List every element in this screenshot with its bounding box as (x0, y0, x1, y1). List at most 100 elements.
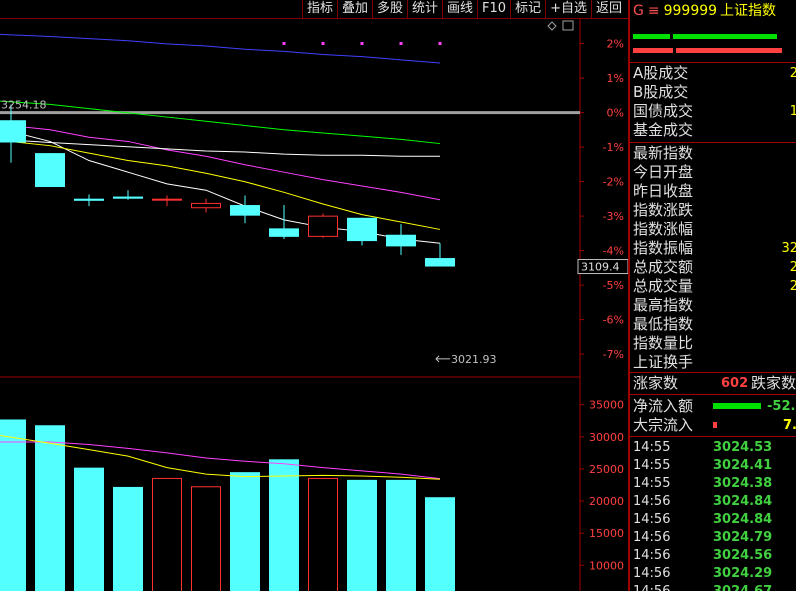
add-watchlist-button[interactable]: +自选 (545, 0, 591, 19)
index-row: 最高指数 (633, 296, 796, 315)
candle-body (152, 198, 182, 201)
volume-bar (425, 497, 455, 591)
candle (152, 195, 182, 207)
tick-row: 14:56 3024.56 (633, 547, 796, 565)
reference-line (0, 111, 580, 115)
pct-axis-label: -3% (603, 210, 624, 223)
candle-body (191, 202, 221, 209)
up-count-value: 602 (721, 376, 749, 391)
tick-price: 3024.79 (713, 530, 773, 545)
net-inflow-bar (713, 403, 761, 409)
tick-price: 3024.29 (713, 566, 773, 581)
divider (630, 394, 796, 395)
candle (113, 190, 143, 200)
menu-icon[interactable]: ≡ (648, 3, 660, 19)
volume-bar (0, 419, 26, 591)
quote-panel: G≡999999上证指数 A股成交 2 B股成交国债成交 1 基金成交 最新指数今日开盘… (628, 0, 796, 591)
quote-header: G ≡ 999999 上证指数 (630, 0, 796, 22)
sell-strength-bar-2 (676, 48, 782, 53)
candle-body (347, 217, 377, 242)
vol-axis-label: 25000 (589, 463, 624, 476)
moving-average-lines (0, 33, 441, 244)
trade-row-value: 1 (790, 102, 796, 121)
overlay-button[interactable]: 叠加 (336, 0, 372, 19)
candle (386, 224, 416, 255)
index-row: 指数量比 (633, 334, 796, 353)
index-row: 最低指数 (633, 315, 796, 334)
toolbar-buttons: 指标 叠加 多股 统计 画线 F10 标记 +自选 返回 (301, 0, 626, 19)
volume-bars (0, 419, 455, 591)
vol-axis-label: 35000 (589, 399, 624, 412)
diamond-icon (547, 21, 557, 31)
trade-row-value: 2 (790, 64, 796, 83)
pct-axis-label: 0% (607, 107, 624, 120)
index-row-value: 32 (781, 241, 796, 256)
volume-ma-line-2 (0, 435, 441, 480)
tick-time: 14:55 (633, 476, 671, 491)
tick-time: 14:56 (633, 530, 671, 545)
index-row: 今日开盘 (633, 163, 796, 182)
f10-button[interactable]: F10 (477, 0, 510, 19)
candle (347, 217, 377, 246)
volume-bar (230, 472, 260, 591)
ma-line-4 (0, 100, 441, 145)
volume-bar (269, 459, 299, 591)
tick-price: 3024.53 (713, 440, 773, 455)
trade-row-label: 国债成交 (633, 102, 694, 120)
mark-button[interactable]: 标记 (510, 0, 545, 19)
index-code: 999999 (663, 3, 718, 19)
trade-row: 国债成交 1 (633, 102, 796, 121)
volume-ma-line-1 (0, 441, 441, 480)
volume-bar (386, 479, 416, 591)
tick-row: 14:55 3024.41 (633, 457, 796, 475)
candle-body (425, 258, 455, 267)
index-row-label: 总成交额 (633, 258, 694, 276)
index-row-label: 指数量比 (633, 334, 694, 352)
price-annotations: 3254.18 3021.93 3109.4 (1, 20, 628, 366)
divider (630, 142, 796, 143)
tick-price: 3024.67 (713, 583, 772, 591)
index-row-label: 今日开盘 (633, 163, 694, 181)
index-row: 昨日收盘 (633, 182, 796, 201)
net-inflow-value: -52.3 (767, 399, 796, 414)
trade-row-label: 基金成交 (633, 121, 694, 139)
signal-marker (399, 42, 403, 45)
tick-time: 14:56 (633, 584, 670, 591)
ma-line-3 (0, 123, 441, 201)
statistics-button[interactable]: 统计 (407, 0, 442, 19)
kline-chart[interactable]: 5%4%3%2%1%0%-1%-2%-3%-4%-5%-6%-7%3500030… (0, 19, 628, 591)
back-button[interactable]: 返回 (590, 0, 626, 19)
current-price-text: 3109.4 (581, 261, 620, 274)
draw-line-button[interactable]: 画线 (442, 0, 477, 19)
tick-time: 14:55 (633, 440, 671, 455)
candle (308, 213, 338, 238)
volume-bar (35, 425, 65, 591)
tick-row: 14:56 3024.29 (633, 565, 796, 583)
tick-row: 14:56 3024.79 (633, 529, 796, 547)
pct-axis-label: -2% (603, 176, 624, 189)
volume-ma-lines (0, 435, 441, 480)
signal-marker (360, 42, 364, 45)
multi-stock-button[interactable]: 多股 (371, 0, 407, 19)
up-count-label: 涨家数 (633, 374, 679, 392)
volume-bar (113, 486, 143, 591)
axis-labels: 5%4%3%2%1%0%-1%-2%-3%-4%-5%-6%-7%3500030… (589, 38, 624, 573)
volume-bar (191, 486, 221, 591)
candle (35, 153, 65, 188)
chart-toolbar: 指标 叠加 多股 统计 画线 F10 标记 +自选 返回 (0, 0, 628, 19)
tick-price: 3024.84 (713, 512, 773, 527)
buy-strength-bar-2 (673, 34, 777, 39)
candle (74, 194, 104, 207)
index-row-label: 昨日收盘 (633, 182, 694, 200)
buy-strength-bar (633, 34, 670, 39)
signal-marker (438, 42, 442, 45)
block-inflow-row: 大宗流入 7.0 (633, 416, 796, 435)
tick-time: 14:56 (633, 548, 671, 563)
index-row-label: 最新指数 (633, 144, 694, 162)
indicator-button[interactable]: 指标 (301, 0, 337, 19)
index-row-label: 指数涨跌 (633, 201, 694, 219)
candle (191, 198, 221, 213)
volume-bar (347, 479, 377, 591)
ma-line-5 (0, 138, 440, 157)
index-row: 最新指数 (633, 144, 796, 163)
